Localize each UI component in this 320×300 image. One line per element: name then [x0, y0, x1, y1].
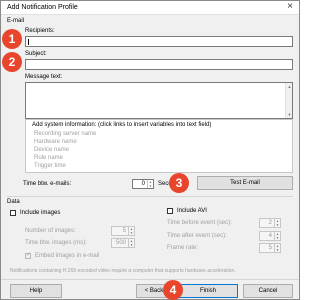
- footer-divider: [1, 279, 299, 280]
- callout-badge: 2: [2, 52, 22, 72]
- message-scrollbar[interactable]: ▲ ▼: [285, 83, 292, 118]
- time-after-spinner[interactable]: 4 ▲ ▼: [259, 231, 281, 241]
- callout-badge: 4: [163, 280, 183, 300]
- spinner-arrows-icon[interactable]: ▲ ▼: [274, 232, 280, 240]
- include-images-checkbox[interactable]: [10, 210, 16, 216]
- help-button[interactable]: Help: [10, 284, 62, 298]
- num-images-spinner[interactable]: 5 ▲ ▼: [111, 226, 135, 236]
- section-divider: [7, 196, 293, 197]
- data-group-label: Data: [7, 199, 20, 205]
- message-label: Message text:: [25, 74, 63, 80]
- window-title: Add Notification Profile: [7, 4, 78, 11]
- spinner-arrows-icon[interactable]: ▲ ▼: [128, 227, 134, 235]
- system-info-link[interactable]: Device name: [34, 146, 96, 154]
- time-btw-emails-label: Time btw. e-mails:: [23, 181, 72, 187]
- include-avi-label: Include AVI: [177, 208, 207, 214]
- text-caret: [28, 39, 29, 45]
- embed-images-label: Embed images in e-mail: [35, 253, 100, 259]
- h265-note: Notifications containing H.265 encoded v…: [10, 268, 236, 274]
- num-images-label: Number of images:: [25, 228, 76, 234]
- finish-button[interactable]: Finish: [178, 284, 238, 298]
- frame-rate-spinner[interactable]: 5 ▲ ▼: [259, 243, 281, 253]
- subject-label: Subject:: [25, 51, 47, 57]
- system-info-link[interactable]: Hardware name: [34, 138, 96, 146]
- spinner-arrows-icon[interactable]: ▲ ▼: [274, 219, 280, 227]
- cancel-button[interactable]: Cancel: [243, 284, 293, 298]
- message-textarea[interactable]: ▲ ▼: [25, 82, 293, 119]
- time-btw-images-spinner[interactable]: 500 ▲ ▼: [111, 238, 135, 248]
- include-avi-checkbox[interactable]: [167, 208, 173, 214]
- scroll-down-icon[interactable]: ▼: [287, 112, 292, 117]
- scroll-up-icon[interactable]: ▲: [287, 84, 292, 89]
- callout-badge: 3: [169, 173, 189, 193]
- email-group-label: E-mail: [7, 18, 25, 24]
- spinner-arrows-icon[interactable]: ▲ ▼: [274, 244, 280, 252]
- checkmark-icon: ✓: [26, 252, 32, 258]
- test-email-button[interactable]: Test E-mail: [197, 176, 293, 190]
- frame-rate-label: Frame rate:: [167, 245, 199, 251]
- time-before-label: Time before event (sec):: [167, 220, 232, 226]
- system-info-list: Recording server name Hardware name Devi…: [34, 130, 96, 170]
- frame-rate-value: 5: [268, 245, 272, 251]
- embed-images-checkbox[interactable]: ✓: [25, 252, 32, 259]
- spinner-arrows-icon[interactable]: ▲ ▼: [147, 180, 153, 188]
- subject-input[interactable]: [25, 59, 293, 70]
- title-bar: Add Notification Profile ×: [1, 1, 299, 15]
- time-btw-emails-spinner[interactable]: 0 ▲ ▼: [132, 179, 154, 189]
- system-info-link[interactable]: Trigger time: [34, 162, 96, 170]
- time-after-label: Time after event (sec):: [167, 233, 227, 239]
- system-info-link[interactable]: Rule name: [34, 154, 96, 162]
- time-before-spinner[interactable]: 2 ▲ ▼: [259, 218, 281, 228]
- system-info-link[interactable]: Recording server name: [34, 130, 96, 138]
- time-after-value: 4: [268, 233, 272, 239]
- time-btw-images-label: Time btw. images (ms):: [25, 240, 87, 246]
- dialog-window: Add Notification Profile × E-mail Recipi…: [0, 0, 300, 300]
- close-icon[interactable]: ×: [287, 2, 293, 12]
- time-before-value: 2: [268, 220, 272, 226]
- system-info-label: Add system information: (click links to …: [32, 122, 212, 128]
- recipients-label: Recipients:: [25, 28, 55, 34]
- system-info-panel: Add system information: (click links to …: [25, 119, 293, 173]
- time-btw-images-value: 500: [115, 240, 126, 246]
- spinner-arrows-icon[interactable]: ▲ ▼: [128, 239, 134, 247]
- num-images-value: 5: [122, 228, 126, 234]
- include-images-label: Include images: [20, 210, 61, 216]
- recipients-input[interactable]: [25, 36, 293, 47]
- callout-badge: 1: [2, 29, 22, 49]
- time-btw-emails-value: 0: [141, 181, 145, 187]
